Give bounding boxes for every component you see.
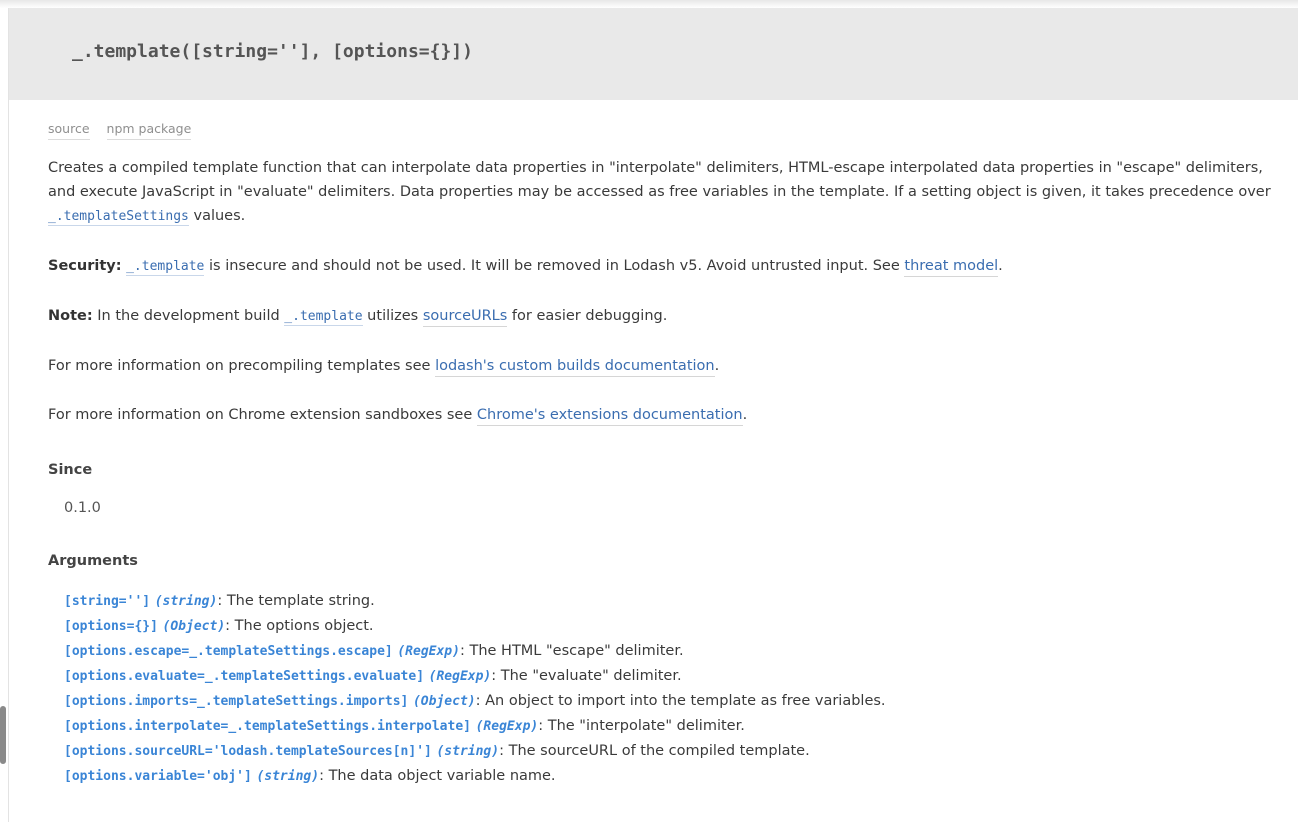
- source-link[interactable]: source: [48, 121, 90, 140]
- argument-type: (Object): [412, 694, 476, 709]
- source-urls-link[interactable]: sourceURLs: [422, 308, 508, 327]
- argument-item: [options.variable='obj'] (string): The d…: [64, 764, 1278, 789]
- chrome-extensions-link[interactable]: Chrome's extensions documentation: [476, 407, 743, 426]
- argument-item: [string=''] (string): The template strin…: [64, 589, 1278, 614]
- argument-item: [options.evaluate=_.templateSettings.eva…: [64, 664, 1278, 689]
- function-signature: _.template([string=''], [options={}]): [72, 41, 473, 62]
- argument-desc: : The data object variable name.: [319, 768, 556, 784]
- argument-item: [options={}] (Object): The options objec…: [64, 614, 1278, 639]
- argument-name: [string='']: [64, 594, 151, 609]
- template-code-link-2[interactable]: _.template: [284, 309, 363, 326]
- argument-name: [options.sourceURL='lodash.templateSourc…: [64, 744, 432, 759]
- security-label: Security:: [48, 258, 122, 274]
- doc-content: source npm package Creates a compiled tem…: [48, 112, 1278, 789]
- argument-desc: : The template string.: [217, 593, 375, 609]
- security-end: .: [998, 258, 1003, 274]
- argument-name: [options.interpolate=_.templateSettings.…: [64, 719, 471, 734]
- meta-links: source npm package: [48, 112, 1278, 142]
- arguments-heading: Arguments: [48, 553, 138, 569]
- chrome-text: For more information on Chrome extension…: [48, 407, 477, 423]
- top-shadow: [0, 0, 1298, 8]
- note-label: Note:: [48, 308, 93, 324]
- argument-type: (string): [256, 769, 320, 784]
- security-text: is insecure and should not be used. It w…: [204, 258, 905, 274]
- note-mid: utilizes: [362, 308, 423, 324]
- threat-model-link[interactable]: threat model: [904, 258, 999, 277]
- custom-builds-link[interactable]: lodash's custom builds documentation: [435, 358, 715, 377]
- argument-desc: : The "interpolate" delimiter.: [538, 718, 745, 734]
- argument-item: [options.escape=_.templateSettings.escap…: [64, 639, 1278, 664]
- description-text: Creates a compiled template function tha…: [48, 160, 1271, 200]
- scrollbar-thumb[interactable]: [0, 706, 6, 764]
- argument-name: [options.evaluate=_.templateSettings.eva…: [64, 669, 425, 684]
- argument-name: [options.escape=_.templateSettings.escap…: [64, 644, 393, 659]
- argument-item: [options.imports=_.templateSettings.impo…: [64, 689, 1278, 714]
- since-version: 0.1.0: [64, 500, 101, 516]
- argument-name: [options={}]: [64, 619, 158, 634]
- argument-item: [options.sourceURL='lodash.templateSourc…: [64, 739, 1278, 764]
- argument-name: [options.imports=_.templateSettings.impo…: [64, 694, 409, 709]
- argument-item: [options.interpolate=_.templateSettings.…: [64, 714, 1278, 739]
- npm-package-link[interactable]: npm package: [106, 121, 192, 140]
- precompile-info: For more information on precompiling tem…: [48, 354, 1278, 378]
- argument-type: (string): [436, 744, 500, 759]
- security-note: Security: _.template is insecure and sho…: [48, 254, 1278, 279]
- argument-type: (RegExp): [397, 644, 460, 659]
- left-border: [8, 8, 9, 822]
- argument-desc: : The sourceURL of the compiled template…: [499, 743, 810, 759]
- argument-desc: : The "evaluate" delimiter.: [491, 668, 682, 684]
- description-end: values.: [188, 208, 246, 224]
- dev-build-note: Note: In the development build _.templat…: [48, 304, 1278, 329]
- chrome-info: For more information on Chrome extension…: [48, 403, 1278, 427]
- argument-type: (string): [154, 594, 218, 609]
- argument-type: (RegExp): [475, 719, 539, 734]
- argument-desc: : The HTML "escape" delimiter.: [459, 643, 684, 659]
- signature-header: _.template([string=''], [options={}]): [9, 8, 1298, 100]
- argument-type: (RegExp): [428, 669, 492, 684]
- since-heading: Since: [48, 462, 93, 478]
- precompile-text: For more information on precompiling tem…: [48, 358, 436, 374]
- template-code-link[interactable]: _.template: [126, 259, 205, 276]
- note-end: for easier debugging.: [507, 308, 668, 324]
- argument-name: [options.variable='obj']: [64, 769, 252, 784]
- template-settings-code-link[interactable]: _.templateSettings: [48, 209, 189, 226]
- doc-page: _.template([string=''], [options={}]) so…: [0, 0, 1298, 822]
- arguments-list: [string=''] (string): The template strin…: [64, 589, 1278, 789]
- note-text: In the development build: [92, 308, 285, 324]
- argument-desc: : The options object.: [225, 618, 374, 634]
- description: Creates a compiled template function tha…: [48, 156, 1278, 229]
- argument-type: (Object): [162, 619, 226, 634]
- precompile-end: .: [714, 358, 720, 374]
- chrome-end: .: [742, 407, 748, 423]
- argument-desc: : An object to import into the template …: [475, 693, 886, 709]
